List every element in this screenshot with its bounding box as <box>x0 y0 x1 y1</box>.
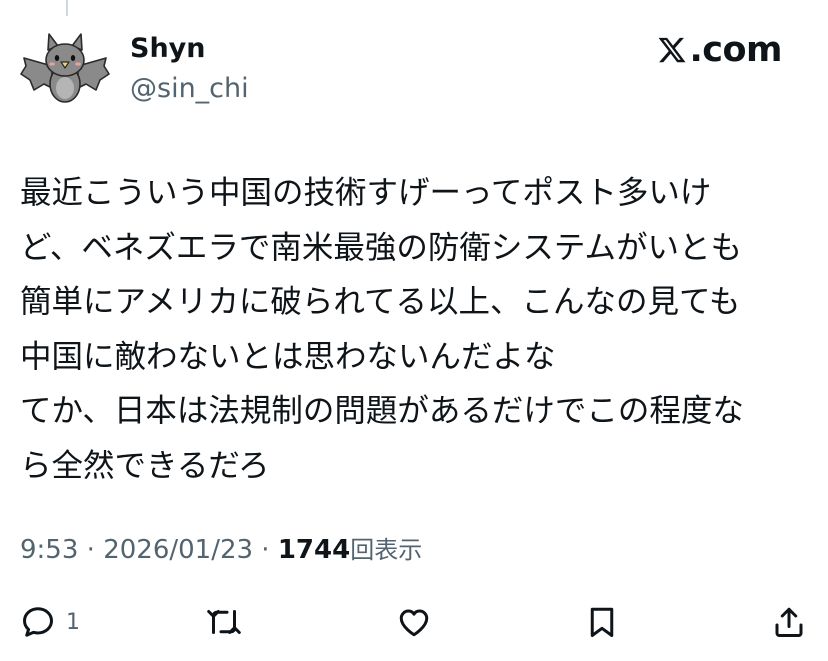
reply-icon <box>23 607 53 637</box>
bookmark-icon <box>590 607 614 637</box>
like-button[interactable] <box>396 602 432 642</box>
tweet-metadata: 9:53 · 2026/01/23 · 1744回表示 <box>20 533 422 567</box>
tweet-line: ど、ベネズエラで南米最強の防衛システムがいとも <box>20 229 742 266</box>
meta-separator: · <box>78 535 104 565</box>
reply-button[interactable]: 1 <box>20 602 80 642</box>
tweet-line: 中国に敵わないとは思わないんだよな <box>20 338 556 375</box>
repost-icon <box>207 610 241 634</box>
views-count: 1744 <box>277 535 351 565</box>
reply-count: 1 <box>66 609 80 635</box>
brand-domain-text: .com <box>689 30 782 70</box>
share-button[interactable] <box>771 602 807 642</box>
avatar[interactable] <box>18 22 112 116</box>
author-display-name[interactable]: Shyn <box>130 32 206 66</box>
repost-button[interactable] <box>206 602 242 642</box>
author-handle[interactable]: @sin_chi <box>130 72 249 106</box>
tweet-body: 最近こういう中国の技術すげーってポスト多いけ ど、ベネズエラで南米最強の防衛シス… <box>20 166 810 493</box>
brand-x-com: .com <box>657 30 782 70</box>
tweet-line: ら全然できるだろ <box>20 447 270 484</box>
share-icon <box>775 607 803 637</box>
heart-icon <box>399 609 429 637</box>
meta-separator: · <box>253 535 278 565</box>
bookmark-button[interactable] <box>584 602 620 642</box>
bat-avatar-icon <box>19 23 111 115</box>
tweet-line: 簡単にアメリカに破られてる以上、こんなの見ても <box>20 284 741 320</box>
tweet-screenshot: Shyn @sin_chi .com 最近こういう中国の技術すげーってポスト多い… <box>0 0 828 661</box>
thread-connector-line <box>66 0 68 16</box>
x-logo-icon <box>659 37 686 63</box>
tweet-line: 最近こういう中国の技術すげーってポスト多いけ <box>20 175 712 211</box>
views-label: 回表示 <box>350 536 423 564</box>
tweet-time[interactable]: 9:53 <box>20 535 78 565</box>
tweet-line: てか、日本は法規制の問題があるだけでこの程度な <box>20 393 744 429</box>
tweet-date[interactable]: 2026/01/23 <box>103 535 253 565</box>
